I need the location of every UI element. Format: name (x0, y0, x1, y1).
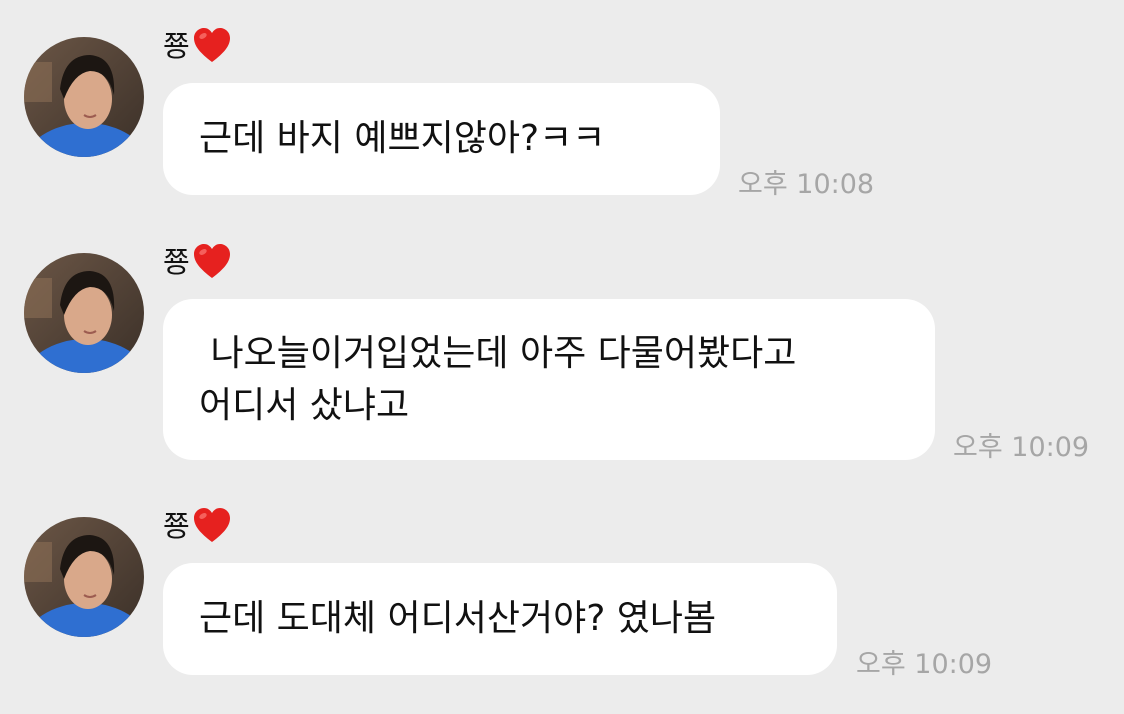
heart-icon (193, 508, 230, 542)
message-timestamp: 오후 10:08 (738, 169, 875, 200)
avatar[interactable] (24, 253, 144, 373)
message-bubble[interactable]: 근데 도대체 어디서산거야? 였나봄 (163, 563, 837, 675)
sender-label: 쭁 (163, 504, 232, 548)
sender-label: 쭁 (163, 24, 232, 68)
sender-label: 쭁 (163, 240, 232, 284)
sender-name: 쭁 (163, 28, 190, 63)
sender-name: 쭁 (163, 244, 190, 279)
message-bubble[interactable]: 나오늘이거입었는데 아주 다물어봤다고 어디서 샀냐고 (163, 299, 935, 460)
heart-icon (193, 28, 230, 62)
message-text: 근데 도대체 어디서산거야? 였나봄 (199, 598, 717, 639)
message-bubble[interactable]: 근데 바지 예쁘지않아?ㅋㅋ (163, 83, 720, 195)
message-timestamp: 오후 10:09 (856, 649, 993, 680)
message-timestamp: 오후 10:09 (953, 432, 1090, 463)
avatar[interactable] (24, 517, 144, 637)
message-text: 근데 바지 예쁘지않아?ㅋㅋ (199, 118, 606, 159)
message-text: 나오늘이거입었는데 아주 다물어봤다고 어디서 샀냐고 (199, 332, 797, 426)
avatar[interactable] (24, 37, 144, 157)
sender-name: 쭁 (163, 508, 190, 543)
heart-icon (193, 244, 230, 278)
